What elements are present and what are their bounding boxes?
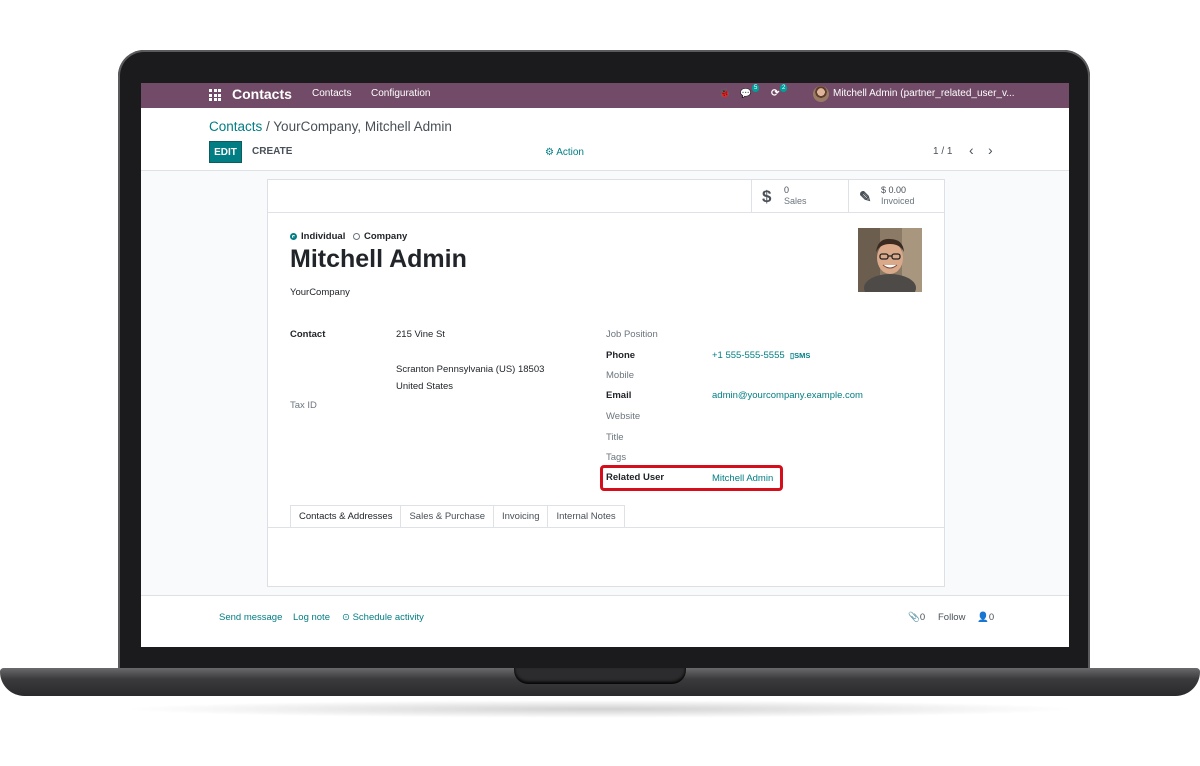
edit-invoice-icon: ✎ — [859, 189, 872, 206]
street-field[interactable]: 215 Vine St — [396, 329, 445, 340]
attachments-count[interactable]: 📎0 — [908, 612, 925, 623]
tags-label: Tags — [606, 452, 627, 463]
radio-unchecked-icon — [353, 233, 360, 240]
app-title[interactable]: Contacts — [232, 86, 292, 102]
related-user-highlight — [600, 465, 783, 491]
notebook-tabs: Contacts & Addresses Sales & Purchase In… — [290, 505, 625, 527]
sales-label: Sales — [784, 196, 807, 206]
tabs-divider — [268, 527, 944, 528]
breadcrumb-current: YourCompany, Mitchell Admin — [273, 119, 452, 134]
phone-value[interactable]: +1 555-555-5555 — [712, 350, 785, 361]
title-label: Title — [606, 432, 624, 443]
activity-clock-icon[interactable]: ⟳ — [771, 88, 779, 99]
job-position-label: Job Position — [606, 329, 658, 340]
send-message-button[interactable]: Send message — [219, 612, 282, 623]
debug-bug-icon[interactable]: 🐞 — [719, 88, 730, 99]
sales-count: 0 — [784, 185, 790, 195]
laptop-notch — [514, 668, 686, 684]
tab-invoicing[interactable]: Invoicing — [492, 505, 549, 527]
country-field[interactable]: United States — [396, 381, 453, 392]
pager-next-icon[interactable]: › — [988, 142, 993, 158]
email-label: Email — [606, 390, 632, 401]
contact-label: Contact — [290, 329, 326, 340]
radio-company-label: Company — [364, 231, 408, 242]
sales-smart-button[interactable]: $ 0 Sales — [751, 180, 849, 212]
edit-button[interactable]: EDIT — [209, 141, 242, 163]
website-label: Website — [606, 411, 641, 422]
tab-internal-notes[interactable]: Internal Notes — [547, 505, 625, 527]
control-panel: Contacts / YourCompany, Mitchell Admin E… — [141, 108, 1069, 171]
followers-count[interactable]: 👤0 — [977, 612, 994, 623]
tab-sales-purchase[interactable]: Sales & Purchase — [400, 505, 494, 527]
schedule-activity-button[interactable]: ⊙ Schedule activity — [342, 612, 424, 623]
breadcrumb: Contacts / YourCompany, Mitchell Admin — [209, 119, 452, 134]
pager-value[interactable]: 1 / 1 — [933, 146, 952, 157]
invoiced-amount: $ 0.00 — [881, 185, 907, 195]
user-avatar[interactable] — [813, 86, 829, 102]
menu-contacts[interactable]: Contacts — [312, 88, 351, 99]
phone-label: Phone — [606, 350, 636, 361]
contact-photo[interactable] — [858, 228, 922, 292]
chatter: Send message Log note ⊙ Schedule activit… — [141, 595, 1069, 647]
smart-button-box: $ 0 Sales ✎ $ 0.00 Invoiced — [268, 180, 944, 213]
tax-id-label: Tax ID — [290, 400, 317, 411]
action-dropdown[interactable]: ⚙ Action — [545, 147, 584, 158]
dollar-icon: $ — [762, 187, 772, 206]
navbar: Contacts Contacts Configuration 🐞 💬 5 ⟳ … — [141, 83, 1069, 108]
menu-configuration[interactable]: Configuration — [371, 88, 430, 99]
breadcrumb-contacts[interactable]: Contacts — [209, 119, 262, 134]
messages-count-badge: 5 — [752, 84, 760, 92]
messages-icon[interactable]: 💬 — [740, 88, 751, 99]
log-note-button[interactable]: Log note — [293, 612, 330, 623]
pager-previous-icon[interactable]: ‹ — [969, 142, 974, 158]
email-value[interactable]: admin@yourcompany.example.com — [712, 390, 863, 401]
tab-contacts-addresses[interactable]: Contacts & Addresses — [290, 505, 402, 527]
partner-name: Mitchell Admin — [290, 245, 467, 273]
activity-count-badge: 2 — [780, 84, 788, 92]
partner-company[interactable]: YourCompany — [290, 287, 350, 298]
screen: Contacts Contacts Configuration 🐞 💬 5 ⟳ … — [141, 83, 1069, 647]
create-button[interactable]: CREATE — [252, 146, 292, 157]
sms-label: SMS — [794, 351, 811, 360]
user-menu[interactable]: Mitchell Admin (partner_related_user_v..… — [833, 88, 1015, 99]
apps-grid-icon[interactable] — [209, 89, 221, 101]
breadcrumb-separator: / — [262, 119, 274, 134]
invoiced-label: Invoiced — [881, 196, 915, 206]
city-state-zip-field[interactable]: Scranton Pennsylvania (US) 18503 — [396, 364, 544, 375]
mobile-label: Mobile — [606, 370, 634, 381]
radio-company[interactable]: Company — [353, 231, 407, 242]
form-sheet: $ 0 Sales ✎ $ 0.00 Invoiced Individual C… — [267, 179, 945, 587]
follow-button[interactable]: Follow — [938, 612, 965, 623]
laptop-shadow — [120, 700, 1080, 718]
radio-checked-icon — [290, 233, 297, 240]
radio-individual[interactable]: Individual — [290, 231, 345, 242]
sms-button[interactable]: ▯SMS — [790, 351, 810, 360]
radio-individual-label: Individual — [301, 231, 346, 242]
invoiced-smart-button[interactable]: ✎ $ 0.00 Invoiced — [848, 180, 945, 212]
